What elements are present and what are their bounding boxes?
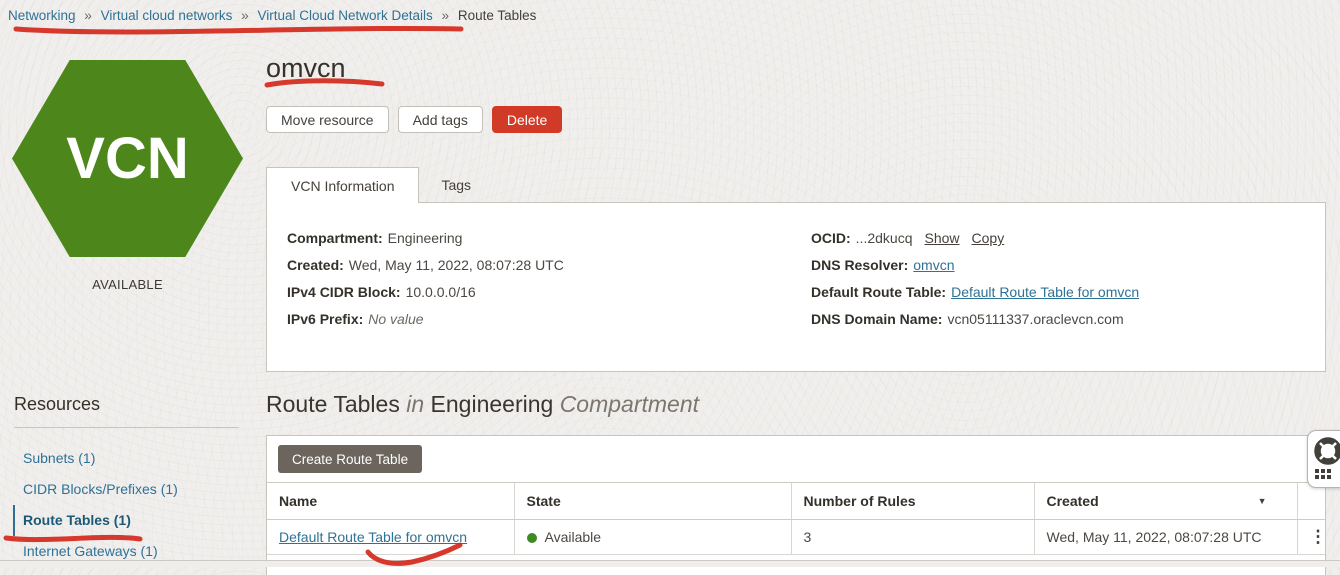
vcn-icon-label: VCN — [66, 125, 188, 192]
grid-dots-icon[interactable] — [1315, 469, 1331, 479]
tab-tags[interactable]: Tags — [419, 167, 493, 203]
column-header-state[interactable]: State — [514, 483, 791, 520]
field-label: IPv6 Prefix: — [287, 311, 363, 327]
field-value: vcn05111337.oraclevcn.com — [947, 311, 1123, 327]
create-route-table-button[interactable]: Create Route Table — [278, 445, 422, 473]
life-ring-icon[interactable] — [1313, 436, 1340, 466]
field-label: Compartment: — [287, 230, 383, 246]
column-header-actions — [1297, 483, 1325, 520]
breadcrumb-link-virtual-cloud-networks[interactable]: Virtual cloud networks — [101, 8, 233, 23]
sidebar-item-subnets[interactable]: Subnets (1) — [13, 443, 263, 474]
delete-button[interactable]: Delete — [492, 106, 562, 133]
resources-heading: Resources — [14, 394, 100, 415]
breadcrumb-separator: » — [84, 8, 92, 23]
resources-nav: Subnets (1) CIDR Blocks/Prefixes (1) Rou… — [13, 443, 263, 567]
table-header-row: Name State Number of Rules Created ▼ — [267, 483, 1325, 520]
add-tags-button[interactable]: Add tags — [398, 106, 483, 133]
field-label: DNS Resolver: — [811, 257, 908, 273]
vcn-hexagon-icon: VCN — [12, 60, 243, 257]
field-value: Engineering — [388, 230, 463, 246]
breadcrumb-current: Route Tables — [458, 8, 537, 23]
breadcrumb-separator: » — [241, 8, 249, 23]
field-default-route-table: Default Route Table: Default Route Table … — [811, 285, 1139, 300]
field-label: Created: — [287, 257, 344, 273]
field-ipv6-prefix: IPv6 Prefix: No value — [287, 312, 564, 327]
column-header-created-label: Created — [1047, 493, 1099, 509]
vcn-information-panel: Compartment: Engineering Created: Wed, May… — [266, 202, 1326, 372]
ocid-copy-link[interactable]: Copy — [972, 230, 1005, 246]
section-title-main: Route Tables — [266, 391, 400, 417]
breadcrumb: Networking » Virtual cloud networks » Vi… — [8, 8, 536, 23]
default-route-table-link[interactable]: Default Route Table for omvcn — [951, 284, 1139, 300]
state-available-dot-icon — [527, 533, 537, 543]
section-title-compartment-name: Engineering — [431, 391, 554, 417]
viewport-bottom-edge — [0, 560, 1340, 567]
field-value: ...2dkucq — [856, 230, 913, 246]
section-title-in: in — [406, 391, 424, 417]
dns-resolver-link[interactable]: omvcn — [913, 257, 954, 273]
tab-bar: VCN Information Tags — [266, 167, 493, 203]
field-label: Default Route Table: — [811, 284, 946, 300]
help-widget[interactable] — [1307, 430, 1340, 488]
created-value: Wed, May 11, 2022, 08:07:28 UTC — [1047, 529, 1262, 545]
breadcrumb-separator: » — [442, 8, 450, 23]
move-resource-button[interactable]: Move resource — [266, 106, 389, 133]
sort-descending-icon[interactable]: ▼ — [1258, 496, 1285, 506]
row-actions-kebab-icon[interactable]: ⋮ — [1310, 530, 1314, 544]
field-value: 10.0.0.0/16 — [406, 284, 476, 300]
route-table-name-link[interactable]: Default Route Table for omvcn — [279, 529, 467, 545]
field-label: DNS Domain Name: — [811, 311, 942, 327]
field-ipv4-cidr-block: IPv4 CIDR Block: 10.0.0.0/16 — [287, 285, 564, 300]
field-value: No value — [368, 311, 423, 327]
ocid-show-link[interactable]: Show — [925, 230, 960, 246]
breadcrumb-link-networking[interactable]: Networking — [8, 8, 76, 23]
table-toolbar: Create Route Table — [267, 436, 1325, 482]
info-column-right: OCID: ...2dkucq Show Copy DNS Resolver: omvc… — [811, 231, 1139, 339]
info-column-left: Compartment: Engineering Created: Wed, May… — [287, 231, 564, 339]
sidebar-item-route-tables[interactable]: Route Tables (1) — [13, 505, 263, 536]
table-row: Default Route Table for omvcn Available … — [267, 520, 1325, 555]
status-badge: AVAILABLE — [12, 277, 243, 292]
section-title-compartment-word: Compartment — [560, 391, 699, 417]
field-label: OCID: — [811, 230, 851, 246]
section-title: Route Tables in Engineering Compartment — [266, 391, 699, 418]
column-header-number-of-rules[interactable]: Number of Rules — [791, 483, 1034, 520]
state-text: Available — [545, 529, 602, 545]
route-tables-panel: Create Route Table Name State Number of … — [266, 435, 1326, 575]
marker-underline-breadcrumb — [16, 28, 461, 32]
field-value: Wed, May 11, 2022, 08:07:28 UTC — [349, 257, 564, 273]
field-ocid: OCID: ...2dkucq Show Copy — [811, 231, 1139, 246]
action-buttons: Move resource Add tags Delete — [266, 106, 562, 133]
rules-count: 3 — [804, 529, 812, 545]
route-tables-table: Name State Number of Rules Created ▼ Defa… — [267, 482, 1325, 555]
field-compartment: Compartment: Engineering — [287, 231, 564, 246]
tab-vcn-information[interactable]: VCN Information — [266, 167, 419, 203]
field-label: IPv4 CIDR Block: — [287, 284, 401, 300]
breadcrumb-link-vcn-details[interactable]: Virtual Cloud Network Details — [257, 8, 432, 23]
field-dns-resolver: DNS Resolver: omvcn — [811, 258, 1139, 273]
field-created: Created: Wed, May 11, 2022, 08:07:28 UTC — [287, 258, 564, 273]
column-header-name[interactable]: Name — [267, 483, 514, 520]
field-dns-domain-name: DNS Domain Name: vcn05111337.oraclevcn.co… — [811, 312, 1139, 327]
column-header-created[interactable]: Created ▼ — [1034, 483, 1297, 520]
page-title: omvcn — [266, 53, 346, 84]
divider — [14, 427, 239, 428]
sidebar-item-cidr-blocks[interactable]: CIDR Blocks/Prefixes (1) — [13, 474, 263, 505]
